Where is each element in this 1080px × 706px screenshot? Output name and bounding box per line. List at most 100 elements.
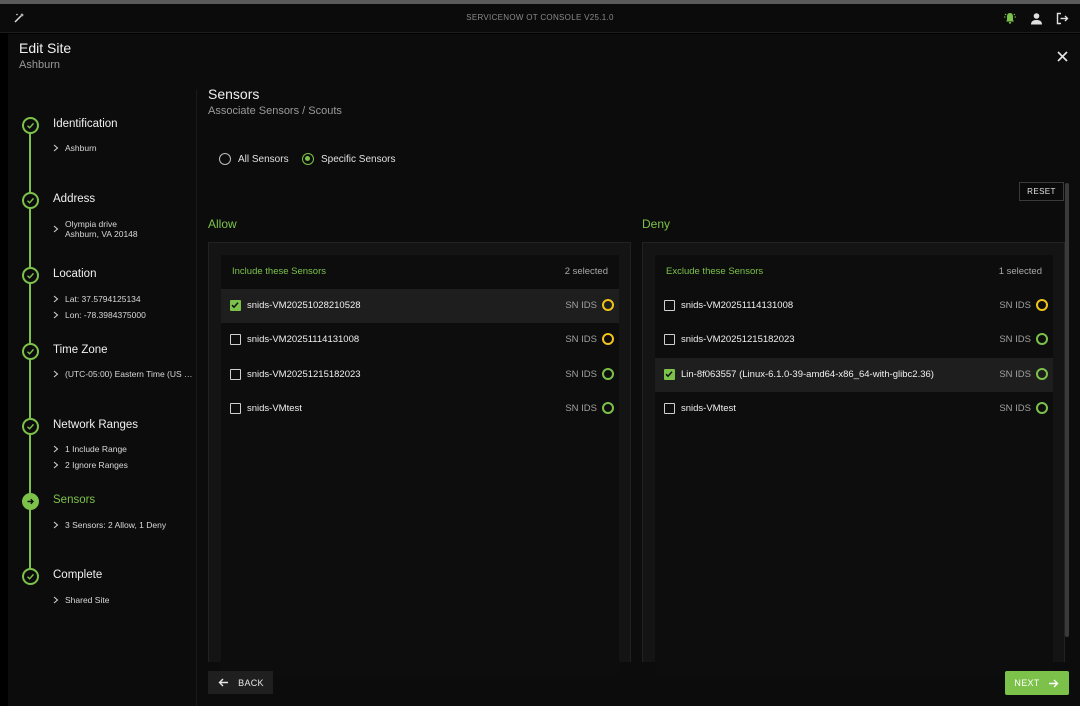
step-title: Identification	[53, 118, 118, 130]
step-detail: Olympia drive Ashburn, VA 20148	[53, 219, 138, 239]
chevron-right-icon	[53, 311, 59, 319]
sensor-name: snids-VM20251215182023	[247, 368, 361, 380]
step-title: Network Ranges	[53, 419, 139, 431]
back-button[interactable]: BACK	[208, 671, 273, 694]
chevron-right-icon	[53, 596, 59, 604]
status-circle-icon	[1036, 401, 1048, 414]
checkbox[interactable]	[664, 368, 675, 380]
step-title: Time Zone	[53, 344, 108, 356]
alarm-bell-icon[interactable]	[1003, 11, 1017, 25]
app-header: SERVICENOW OT CONSOLE V25.1.0	[0, 4, 1080, 33]
scrollbar[interactable]	[1065, 183, 1069, 637]
sensor-row[interactable]: snids-VMtest SN IDS	[655, 392, 1053, 426]
sensor-row[interactable]: snids-VM20251215182023 SN IDS	[221, 358, 619, 392]
status-circle-icon	[1036, 299, 1048, 311]
sensor-type: SN IDS	[565, 334, 597, 346]
checkbox[interactable]	[664, 300, 675, 311]
sensor-type: SN IDS	[999, 402, 1031, 414]
status-circle-icon	[602, 367, 614, 380]
deny-sensor-list: Exclude these Sensors 1 selected snids-V…	[655, 255, 1053, 675]
chevron-right-icon	[53, 144, 59, 152]
chevron-right-icon	[53, 521, 59, 529]
step-detail: Lon: -78.3984375000	[53, 310, 146, 320]
radio-button[interactable]	[302, 153, 314, 165]
close-icon[interactable]	[1055, 49, 1069, 63]
allow-sensor-list: Include these Sensors 2 selected snids-V…	[221, 255, 619, 675]
checkbox[interactable]	[230, 300, 241, 311]
page-title: Edit Site	[19, 40, 72, 56]
page-subtitle: Ashburn	[19, 59, 60, 71]
checkbox[interactable]	[664, 334, 675, 346]
sensor-name: snids-VMtest	[681, 402, 736, 414]
status-circle-icon	[1036, 333, 1048, 346]
sensor-row[interactable]: snids-VM20251215182023 SN IDS	[655, 323, 1053, 357]
chevron-right-icon	[53, 445, 59, 453]
deny-panel: Exclude these Sensors 1 selected snids-V…	[642, 242, 1065, 675]
chevron-right-icon	[53, 225, 59, 233]
app-title: SERVICENOW OT CONSOLE V25.1.0	[466, 13, 614, 22]
arrow-right-icon	[22, 493, 39, 510]
selected-count: 2 selected	[564, 266, 608, 277]
step-detail: Shared Site	[53, 595, 109, 605]
check-icon	[22, 418, 39, 435]
check-icon	[22, 343, 39, 360]
check-icon	[22, 192, 39, 209]
checkbox[interactable]	[664, 402, 675, 414]
step-detail: 2 Ignore Ranges	[53, 460, 128, 470]
sensor-type: SN IDS	[999, 300, 1031, 311]
step-detail: 1 Include Range	[53, 444, 127, 454]
sensor-name: snids-VM20251215182023	[681, 334, 795, 346]
radio-specific-sensors[interactable]: Specific Sensors	[302, 153, 395, 165]
step-detail: Lat: 37.5794125134	[53, 294, 141, 304]
next-button[interactable]: NEXT	[1005, 671, 1069, 695]
list-header: Include these Sensors 2 selected	[232, 266, 608, 277]
sensor-row[interactable]: snids-VM20251028210528 SN IDS	[221, 289, 619, 323]
check-icon	[22, 568, 39, 585]
sensor-name: snids-VM20251028210528	[247, 300, 361, 311]
step-detail: 3 Sensors: 2 Allow, 1 Deny	[53, 520, 166, 530]
sensor-type: SN IDS	[565, 300, 597, 311]
status-circle-icon	[602, 401, 614, 414]
reset-button[interactable]: RESET	[1019, 182, 1064, 201]
check-icon	[22, 117, 39, 134]
step-title: Complete	[53, 569, 103, 581]
sensor-row[interactable]: snids-VM20251114131008 SN IDS	[221, 323, 619, 357]
status-circle-icon	[602, 299, 614, 311]
chevron-right-icon	[53, 370, 59, 378]
sensor-row[interactable]: snids-VM20251114131008 SN IDS	[655, 289, 1053, 323]
step-title: Address	[53, 193, 96, 205]
sensor-name: Lin-8f063557 (Linux-6.1.0-39-amd64-x86_6…	[681, 368, 934, 380]
radio-button[interactable]	[219, 153, 231, 165]
sensor-name: snids-VM20251114131008	[681, 300, 794, 311]
sidebar-divider	[196, 90, 197, 706]
checkbox[interactable]	[230, 368, 241, 380]
selected-count: 1 selected	[998, 266, 1042, 277]
arrow-right-icon	[1048, 677, 1060, 689]
sensor-row[interactable]: Lin-8f063557 (Linux-6.1.0-39-amd64-x86_6…	[655, 357, 1053, 392]
list-header: Exclude these Sensors 1 selected	[666, 266, 1042, 277]
chevron-right-icon	[53, 295, 59, 303]
section-title: Sensors	[208, 86, 260, 102]
step-title: Location	[53, 268, 97, 280]
sensor-row[interactable]: snids-VMtest SN IDS	[221, 392, 619, 426]
user-icon[interactable]	[1029, 11, 1043, 25]
sensor-type: SN IDS	[999, 368, 1031, 380]
sensor-name: snids-VMtest	[247, 402, 302, 414]
status-circle-icon	[1036, 367, 1048, 380]
checkbox[interactable]	[230, 402, 241, 414]
sensor-name: snids-VM20251114131008	[247, 334, 360, 346]
check-icon	[231, 302, 239, 309]
radio-all-sensors[interactable]: All Sensors	[219, 153, 289, 165]
check-icon	[22, 267, 39, 284]
section-subtitle: Associate Sensors / Scouts	[208, 105, 342, 117]
step-title: Sensors	[53, 494, 96, 506]
deny-label: Deny	[642, 217, 671, 231]
checkbox[interactable]	[230, 334, 241, 346]
sensor-type: SN IDS	[565, 402, 597, 414]
allow-label: Allow	[208, 217, 237, 231]
logout-icon[interactable]	[1055, 11, 1069, 25]
sensor-type: SN IDS	[999, 334, 1031, 346]
step-detail: Ashburn	[53, 143, 97, 153]
status-circle-icon	[602, 333, 614, 346]
arrow-left-icon	[217, 677, 229, 689]
